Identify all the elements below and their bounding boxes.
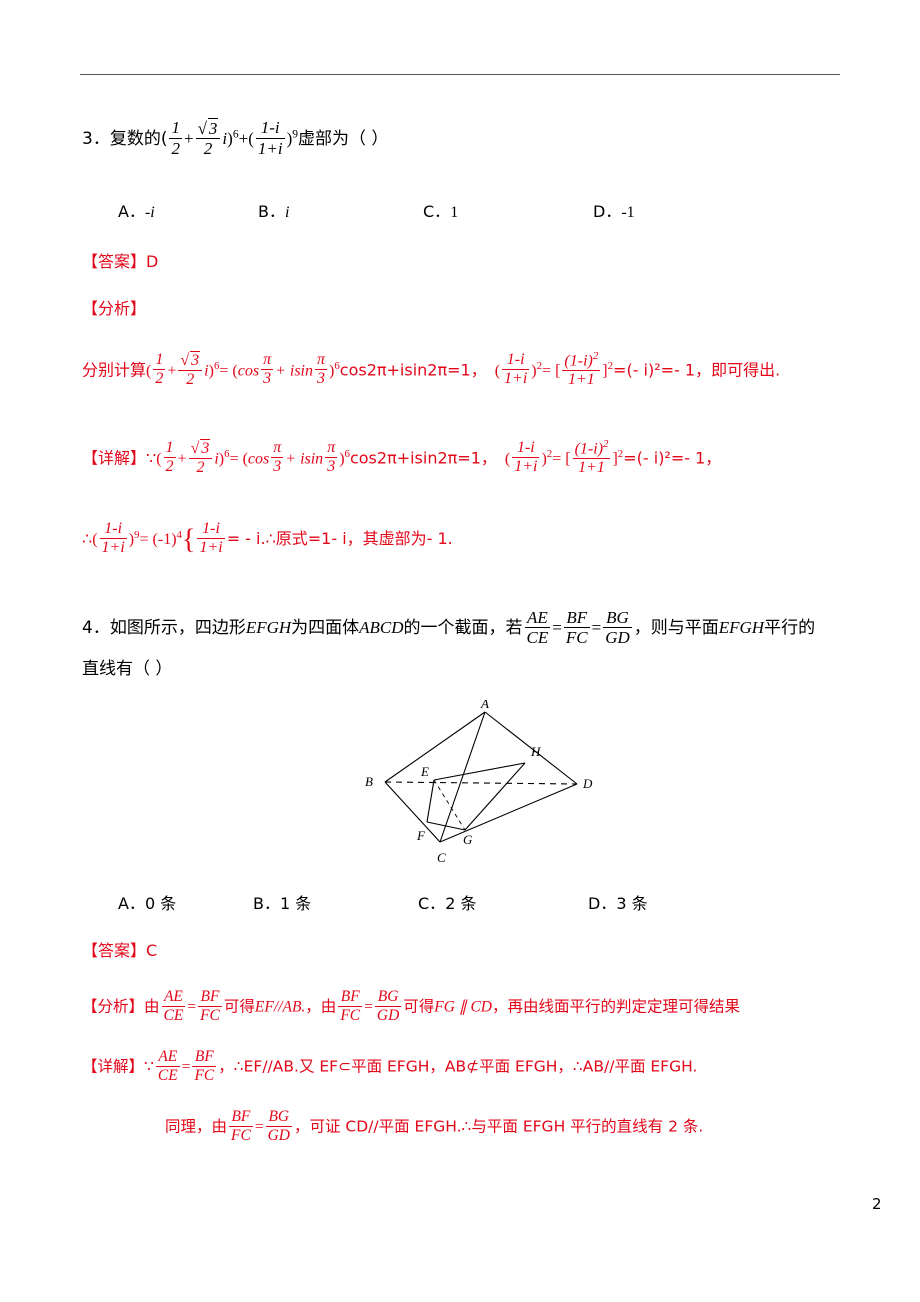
q3-det-frac-pi-b: π3: [325, 439, 338, 476]
q4-det-frac-ae-ce: AE CE: [155, 1048, 180, 1084]
q4-option-d[interactable]: D．3 条: [588, 890, 648, 914]
q3-open-paren-2: (: [248, 128, 254, 148]
q4-line2: 直线有（ ）: [82, 658, 173, 679]
figure-label-A: A: [480, 700, 489, 711]
q4-options: A．0 条 B．1 条 C．2 条 D．3 条: [118, 890, 878, 914]
q4-detail-label: 【详解】: [82, 1057, 145, 1076]
q3-det2-frac-brace: 1-i 1+i: [197, 520, 225, 556]
q3-fraction-half: 12: [169, 118, 182, 158]
figure-label-G: G: [463, 832, 473, 847]
figure-label-F: F: [416, 828, 426, 843]
q4-option-b[interactable]: B．1 条: [253, 890, 418, 914]
q3-option-c[interactable]: C．1: [423, 198, 593, 222]
q3-det-frac-sqrt3: √ 3 2: [188, 438, 213, 477]
q3-plus: +: [183, 128, 194, 148]
q3-ana-frac-pi-3a: π3: [261, 351, 274, 388]
q4-ana-frac-ae-ce: AE CE: [161, 988, 186, 1024]
question-3-stem: 3．复数的(1 2 + √ 3 2 i)6+(1-i 1+i)9虚部为（ ）: [82, 117, 862, 160]
figure-label-B: B: [365, 774, 373, 789]
q3-option-b[interactable]: B．i: [258, 198, 423, 222]
q3-detail-label: 【详解】: [82, 448, 147, 468]
figure-label-E: E: [420, 764, 429, 779]
q3-option-a[interactable]: A．-i: [118, 198, 258, 222]
q4-ana-frac-bf-fc: BF FC: [198, 988, 222, 1024]
q3-det-frac-ratio: 1-i 1+i: [512, 439, 540, 476]
q4-det2-frac-bg-gd: BG GD: [265, 1108, 292, 1144]
q4-frac-bg-gd: BG GD: [603, 607, 632, 647]
tetrahedron-svg: A H E B D G F C: [365, 696, 593, 865]
q3-det2-frac-ratio: 1-i 1+i: [99, 520, 127, 556]
q4-detail-line1: 【详解】∵ AE CE = BF FC ，∴EF//AB.又 EF⊂平面 EFGH，AB⊄平…: [82, 1048, 698, 1084]
q4-analysis-label: 【分析】: [82, 997, 145, 1016]
q3-det-frac-pi-a: π3: [271, 439, 284, 476]
q3-analysis-text: 分别计算: [82, 360, 147, 380]
q3-ana-frac-pi-3b: π3: [315, 351, 328, 388]
sqrt-radicand: 3: [207, 117, 219, 138]
q4-option-c[interactable]: C．2 条: [418, 890, 588, 914]
q3-analysis-body: 分别计算(1 2 + √ 3 2 i)6= (cos π 3 + isin π 3)6cos2π+is…: [82, 350, 781, 389]
q4-det-frac-bf-fc: BF FC: [192, 1048, 217, 1084]
q3-stem-prefix: 复数的(: [109, 128, 168, 149]
q4-ana-frac-bf-fc2: BF FC: [338, 988, 363, 1024]
q4-frac-ae-ce: AE CE: [524, 607, 551, 647]
q3-stem-suffix: 虚部为（ ）: [298, 128, 389, 149]
document-page: 3．复数的(1 2 + √ 3 2 i)6+(1-i 1+i)9虚部为（ ） A．-i B．i C…: [0, 0, 920, 1302]
q4-option-a[interactable]: A．0 条: [118, 890, 253, 914]
q3-options: A．-i B．i C．1 D．-1: [118, 198, 878, 222]
q3-mid-plus: +: [238, 128, 249, 148]
q3-answer-value: D: [146, 252, 159, 271]
figure-label-D: D: [582, 776, 593, 791]
sqrt-sign: √: [197, 118, 207, 138]
q4-analysis: 【分析】由 AE CE = BF FC 可得EF//AB.，由 BF FC = BG GD 可得FG ∥…: [82, 988, 740, 1024]
q3-detail-line2: ∴(1-i 1+i)9= (-1)4{1-i 1+i = - i.∴原式=1- i，其…: [82, 520, 453, 556]
q4-label: 4．: [82, 618, 110, 638]
header-rule: [80, 74, 840, 75]
q3-det-frac-half: 12: [163, 439, 176, 476]
q4-ana-frac-bg-gd: BG GD: [374, 988, 402, 1024]
q3-fraction-sqrt3-over-2: √ 3 2: [195, 117, 221, 158]
q4-detail-line2: 同理，由 BF FC = BG GD ，可证 CD//平面 EFGH.∴与平面 EFGH 平…: [165, 1108, 704, 1144]
q4-answer-label: 【答案】: [82, 941, 147, 960]
figure-label-H: H: [530, 744, 541, 759]
q4-det2-frac-bf-fc: BF FC: [229, 1108, 253, 1144]
q4-answer: 【答案】C: [82, 937, 157, 961]
q3-ana-frac-bracket: (1-i)2 1+1: [562, 350, 601, 389]
q3-answer: 【答案】D: [82, 248, 158, 272]
page-number: 2: [872, 1195, 882, 1213]
left-brace: {: [181, 524, 196, 556]
q3-option-d[interactable]: D．-1: [593, 198, 635, 222]
q4-answer-value: C: [146, 941, 158, 960]
q3-fraction-1mi-over-1pi: 1-i 1+i: [255, 118, 285, 158]
q3-ana-frac-ratio: 1-i 1+i: [502, 351, 530, 388]
tetrahedron-figure: A H E B D G F C: [355, 696, 615, 870]
q4-frac-bf-fc: BF FC: [563, 607, 590, 647]
q3-detail-line1: 【详解】∵(1 2 + √ 3 2 i)6= (cos π 3 + isin π 3)6cos2π+i…: [82, 438, 722, 477]
q3-ana-frac-half: 12: [153, 351, 166, 388]
q3-analysis-label: 【分析】: [82, 299, 147, 318]
q3-answer-label: 【答案】: [82, 252, 147, 271]
question-4-stem: 4．如图所示，四边形EFGH为四面体ABCD的一个截面，若 AE CE = BF FC = B…: [82, 607, 816, 679]
figure-label-C: C: [437, 850, 446, 865]
q3-label: 3．: [82, 128, 110, 149]
q3-det-frac-bracket: (1-i)2 1+1: [572, 438, 611, 477]
q3-ana-frac-sqrt3: √ 3 2: [178, 350, 203, 389]
